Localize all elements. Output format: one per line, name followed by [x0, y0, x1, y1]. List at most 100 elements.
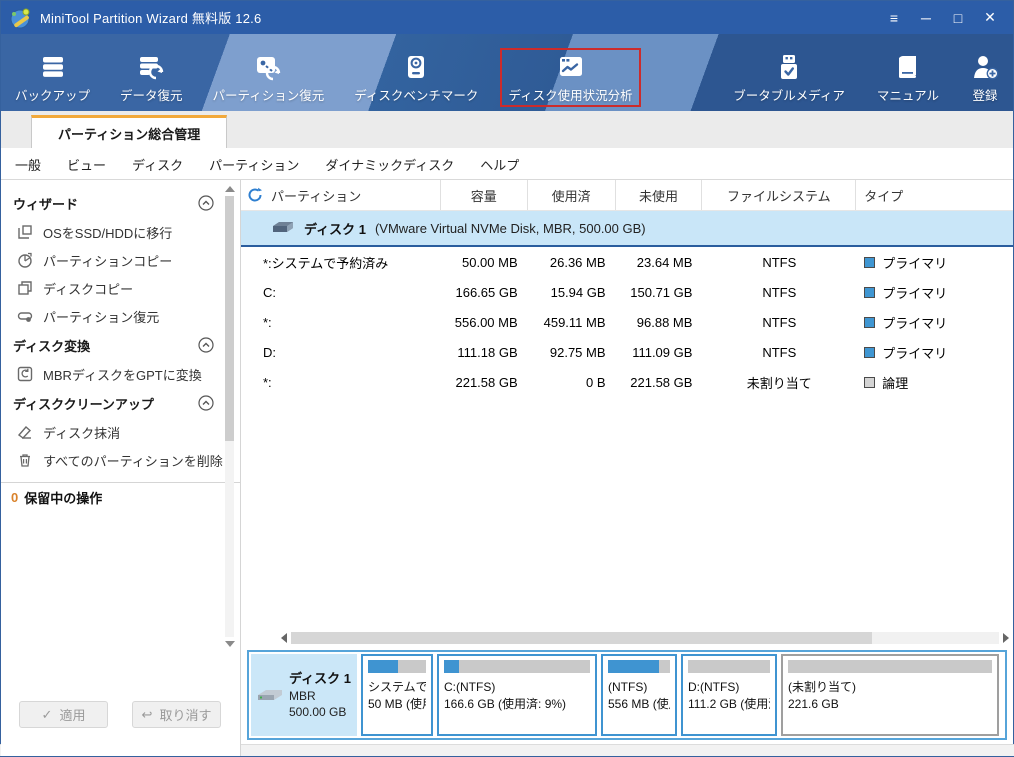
- filesystem-value: NTFS: [762, 284, 797, 300]
- partition-name: D:: [263, 344, 276, 360]
- filesystem-value: NTFS: [762, 254, 797, 270]
- disk-map-disk-info[interactable]: ディスク 1 MBR 500.00 GB: [251, 654, 357, 736]
- toolbar-left-group: バックアップ データ復元 パーティション復元 ディスクベンチマーク ディスク使用…: [7, 48, 641, 107]
- partition-block-label: (NTFS): [608, 680, 648, 694]
- toolbar-item-register[interactable]: 登録: [963, 48, 1007, 107]
- toolbar-item-bootable-media[interactable]: ブータブルメディア: [725, 48, 853, 107]
- scroll-up-arrow-icon[interactable]: [224, 186, 235, 192]
- menu-help[interactable]: ヘルプ: [480, 155, 519, 174]
- usage-bar: [608, 660, 670, 673]
- sidebar-item-mbr-to-gpt[interactable]: MBRディスクをGPTに変換: [1, 360, 240, 388]
- disk-map-partition-c[interactable]: C:(NTFS) 166.6 GB (使用済: 9%): [437, 654, 597, 736]
- disk-map-partition-recovery[interactable]: (NTFS) 556 MB (使用: [601, 654, 677, 736]
- disk-map-partition-d[interactable]: D:(NTFS) 111.2 GB (使用済: 0: [681, 654, 777, 736]
- disk-map-partition-system-reserved[interactable]: システムで予約 50 MB (使用済: [361, 654, 433, 736]
- type-value: 論理: [856, 367, 1013, 397]
- column-capacity[interactable]: 容量: [441, 180, 528, 210]
- scroll-right-arrow-icon[interactable]: [1003, 633, 1009, 643]
- sidebar-item-delete-all-partitions[interactable]: すべてのパーティションを削除: [1, 446, 240, 474]
- column-partition[interactable]: パーティション: [241, 180, 441, 210]
- column-type[interactable]: タイプ: [856, 180, 1013, 210]
- toolbar-label: パーティション復元: [212, 89, 325, 103]
- column-unused[interactable]: 未使用: [616, 180, 703, 210]
- undo-button[interactable]: ↩ 取り消す: [132, 701, 221, 728]
- menu-view[interactable]: ビュー: [67, 155, 106, 174]
- toolbar-item-manual[interactable]: マニュアル: [869, 48, 947, 107]
- scroll-down-arrow-icon[interactable]: [224, 641, 235, 647]
- scroll-left-arrow-icon[interactable]: [281, 633, 287, 643]
- primary-type-swatch: [864, 346, 876, 358]
- collapse-chevron-icon[interactable]: [198, 395, 214, 411]
- wipe-disk-icon: [17, 426, 32, 439]
- used-value: 15.94 GB: [550, 284, 606, 300]
- disk-copy-icon: [18, 281, 32, 295]
- refresh-icon[interactable]: [247, 187, 263, 203]
- partition-block-label: D:(NTFS): [688, 680, 740, 694]
- column-filesystem[interactable]: ファイルシステム: [702, 180, 857, 210]
- partition-name: *:: [263, 314, 272, 330]
- collapse-chevron-icon[interactable]: [198, 195, 214, 211]
- tab-partition-management[interactable]: パーティション総合管理: [31, 115, 228, 148]
- sidebar-item-disk-copy[interactable]: ディスクコピー: [1, 274, 240, 302]
- sidebar-section-disk-cleanup: ディスククリーンアップ: [1, 388, 240, 418]
- usage-bar-fill: [444, 660, 459, 673]
- toolbar-item-data-recovery[interactable]: データ復元: [112, 48, 191, 107]
- maximize-button[interactable]: □: [947, 8, 969, 28]
- scrollbar-track[interactable]: [225, 441, 234, 637]
- partition-name: *:: [263, 374, 272, 390]
- toolbar-item-disk-usage-analysis[interactable]: ディスク使用状況分析: [500, 48, 641, 107]
- disk-map-disk-name: ディスク 1: [289, 671, 351, 687]
- backup-icon: [42, 57, 63, 77]
- menu-disk[interactable]: ディスク: [132, 155, 183, 174]
- column-label: パーティション: [271, 188, 362, 204]
- collapse-chevron-icon[interactable]: [198, 337, 214, 353]
- usage-bar: [788, 660, 992, 673]
- toolbar-item-disk-benchmark[interactable]: ディスクベンチマーク: [346, 48, 486, 107]
- sidebar-scrollbar[interactable]: [224, 186, 235, 648]
- sidebar-item-partition-recovery[interactable]: パーティション復元: [1, 302, 240, 330]
- table-row[interactable]: D: 111.18 GB 92.75 MB 111.09 GB NTFS プライ…: [241, 337, 1013, 367]
- menu-general[interactable]: 一般: [15, 155, 41, 174]
- close-button[interactable]: ✕: [979, 8, 1001, 28]
- sidebar-item-wipe-disk[interactable]: ディスク抹消: [1, 418, 240, 446]
- menu-dynamic-disk[interactable]: ダイナミックディスク: [325, 155, 454, 174]
- section-title: ウィザード: [13, 196, 79, 212]
- disk-benchmark-icon: [408, 56, 425, 78]
- logical-type-swatch: [864, 376, 876, 388]
- filesystem-value: NTFS: [762, 314, 797, 330]
- unused-value: 111.09 GB: [632, 344, 693, 360]
- window-menu-button[interactable]: ≡: [883, 8, 905, 28]
- register-icon: [974, 56, 999, 80]
- primary-type-swatch: [864, 286, 876, 298]
- disk-usage-analysis-icon: [559, 57, 582, 76]
- apply-button[interactable]: ✓ 適用: [19, 701, 108, 728]
- toolbar-item-partition-recovery[interactable]: パーティション復元: [205, 48, 333, 107]
- table-row[interactable]: *: 556.00 MB 459.11 MB 96.88 MB NTFS プライ…: [241, 307, 1013, 337]
- disk-map-partition-unallocated[interactable]: (未割り当て) 221.6 GB: [781, 654, 999, 736]
- h-scrollbar-track[interactable]: [291, 632, 999, 644]
- table-row[interactable]: *: 221.58 GB 0 B 221.58 GB 未割り当て 論理: [241, 367, 1013, 397]
- toolbar-item-backup[interactable]: バックアップ: [7, 48, 98, 107]
- toolbar-label: データ復元: [120, 89, 183, 103]
- column-used[interactable]: 使用済: [528, 180, 616, 210]
- content-area: ウィザード OSをSSD/HDDに移行 パーティションコピー ディスクコピー パ…: [0, 180, 1014, 756]
- sidebar-item-partition-copy[interactable]: パーティションコピー: [1, 246, 240, 274]
- type-value: プライマリ: [856, 247, 1013, 277]
- scrollbar-thumb[interactable]: [225, 196, 234, 441]
- menu-partition[interactable]: パーティション: [209, 155, 299, 174]
- h-scrollbar-thumb[interactable]: [291, 632, 872, 644]
- horizontal-scrollbar[interactable]: [241, 631, 1013, 645]
- table-row[interactable]: C: 166.65 GB 15.94 GB 150.71 GB NTFS プライ…: [241, 277, 1013, 307]
- type-label: プライマリ: [882, 345, 948, 361]
- type-label: プライマリ: [882, 285, 948, 301]
- disk-group-row[interactable]: ディスク 1 (VMware Virtual NVMe Disk, MBR, 5…: [241, 211, 1013, 247]
- pending-operations: 0 保留中の操作: [1, 483, 240, 511]
- manual-icon: [898, 56, 916, 78]
- minimize-button[interactable]: ─: [915, 8, 937, 28]
- table-row[interactable]: *:システムで予約済み 50.00 MB 26.36 MB 23.64 MB N…: [241, 247, 1013, 277]
- partition-block-size: 166.6 GB (使用済: 9%): [444, 697, 567, 712]
- sidebar-item-migrate-os[interactable]: OSをSSD/HDDに移行: [1, 218, 240, 246]
- sidebar-item-label: MBRディスクをGPTに変換: [43, 367, 202, 383]
- sidebar-section-disk-conversion: ディスク変換: [1, 330, 240, 360]
- pending-label: 保留中の操作: [24, 490, 103, 506]
